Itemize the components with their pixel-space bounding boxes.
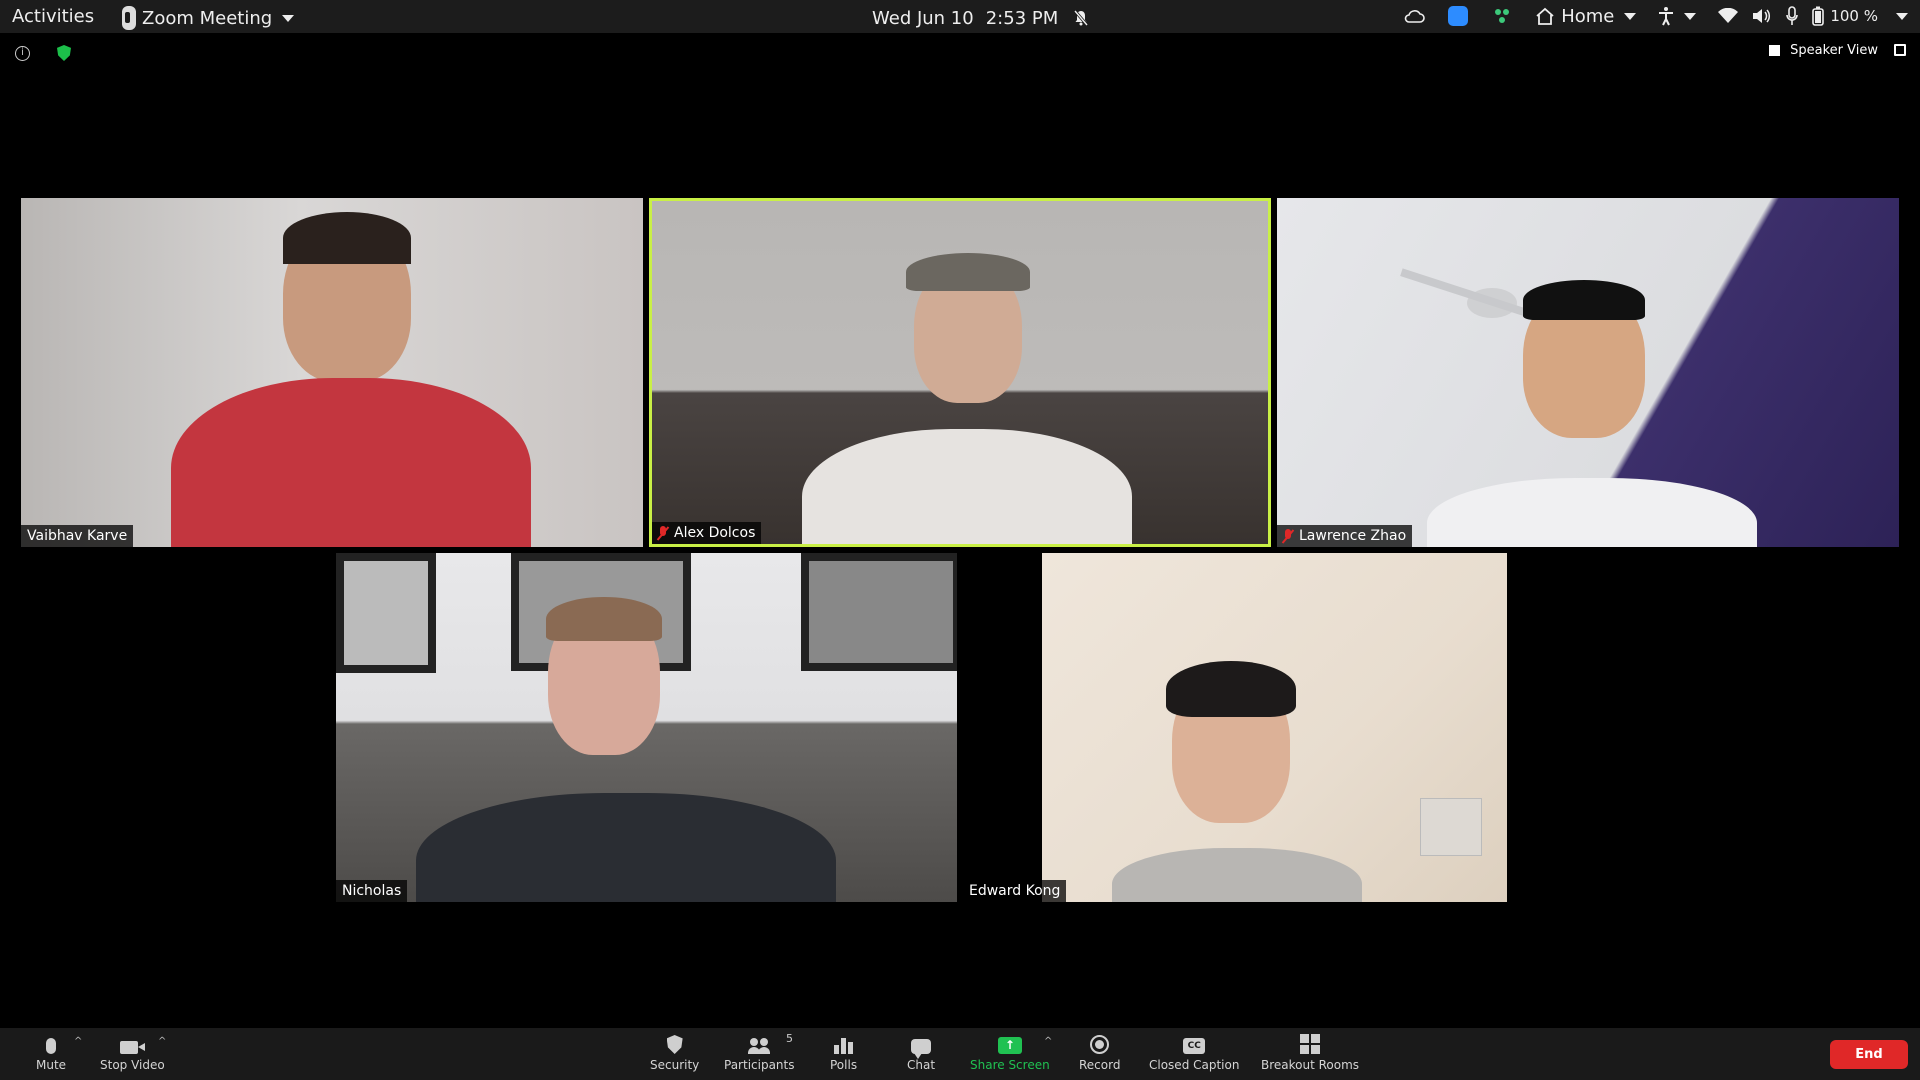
chat-label: Chat — [907, 1058, 936, 1072]
mic-muted-icon — [658, 526, 668, 540]
wifi-icon — [1718, 8, 1739, 23]
chevron-down-icon — [282, 14, 295, 22]
meeting-toolbar: Mute ^ Stop Video ^ Security Participant… — [0, 1028, 1920, 1080]
closed-caption-label: Closed Caption — [1149, 1058, 1240, 1072]
mute-button[interactable]: Mute — [36, 1032, 66, 1072]
accessibility-menu[interactable] — [1658, 6, 1697, 26]
chevron-down-icon — [1896, 12, 1908, 20]
participant-name-tag: Nicholas — [336, 880, 408, 902]
home-label: Home — [1561, 5, 1615, 27]
security-button[interactable]: Security — [650, 1032, 699, 1072]
battery-icon — [1812, 6, 1825, 26]
participant-name-tag: Edward Kong — [963, 880, 1067, 902]
home-menu[interactable]: Home — [1535, 5, 1637, 27]
video-camera-icon — [120, 1041, 146, 1054]
video-tile[interactable]: Lawrence Zhao — [1277, 198, 1899, 547]
participants-button[interactable]: Participants — [724, 1032, 795, 1072]
polls-label: Polls — [830, 1058, 858, 1072]
polls-icon — [834, 1036, 854, 1054]
breakout-rooms-label: Breakout Rooms — [1261, 1058, 1360, 1072]
video-tile[interactable]: Edward Kong — [963, 553, 1585, 902]
breakout-rooms-icon — [1300, 1034, 1321, 1054]
stop-video-label: Stop Video — [100, 1058, 165, 1072]
participant-name: Alex Dolcos — [674, 525, 756, 541]
shield-icon — [666, 1035, 683, 1054]
closed-caption-icon: CC — [1183, 1038, 1206, 1054]
participant-name: Nicholas — [342, 883, 402, 899]
mute-label: Mute — [36, 1058, 67, 1072]
security-label: Security — [650, 1058, 700, 1072]
participants-icon — [748, 1038, 770, 1054]
zoom-app-icon — [122, 6, 136, 30]
microphone-icon — [46, 1038, 57, 1054]
participant-name-tag: Alex Dolcos — [652, 522, 762, 544]
status-menu[interactable]: 100 % — [1718, 6, 1908, 26]
cap — [906, 253, 1030, 291]
cloud-icon[interactable] — [1403, 4, 1425, 28]
participants-count: 5 — [786, 1032, 793, 1045]
stop-video-button[interactable]: Stop Video — [100, 1032, 165, 1072]
wall-picture — [801, 553, 957, 671]
wall-device — [1420, 798, 1482, 856]
microphone-icon — [1786, 6, 1799, 25]
video-options-chevron-icon[interactable]: ^ — [158, 1036, 166, 1047]
audio-options-chevron-icon[interactable]: ^ — [74, 1036, 82, 1047]
breakout-rooms-button[interactable]: Breakout Rooms — [1261, 1032, 1359, 1072]
chat-button[interactable]: Chat — [907, 1032, 935, 1072]
participants-label: Participants — [724, 1058, 795, 1072]
speaker-view-label: Speaker View — [1790, 43, 1878, 58]
zoom-icon[interactable] — [1447, 4, 1469, 28]
notifications-off-icon — [1070, 6, 1092, 30]
hair — [283, 212, 411, 264]
fullscreen-icon[interactable] — [1894, 44, 1906, 56]
security-shield-icon[interactable] — [57, 45, 71, 61]
participant-name-tag: Lawrence Zhao — [1277, 525, 1413, 547]
record-icon — [1090, 1035, 1110, 1054]
video-tile[interactable]: Nicholas — [336, 553, 957, 902]
participant-video — [1042, 553, 1507, 902]
closed-caption-button[interactable]: CC Closed Caption — [1149, 1032, 1239, 1072]
time-label: 2:53 PM — [985, 7, 1059, 29]
participant-name-tag: Vaibhav Karve — [21, 525, 134, 547]
activities-button[interactable]: Activities — [12, 6, 94, 27]
app-name: Zoom Meeting — [142, 7, 273, 29]
system-top-bar: Activities Zoom Meeting Wed Jun 10 2:53 … — [0, 0, 1920, 33]
chat-icon — [911, 1039, 932, 1059]
system-tray: Home 100 % — [1403, 4, 1908, 28]
battery-percent: 100 % — [1830, 7, 1878, 25]
share-options-chevron-icon[interactable]: ^ — [1044, 1036, 1052, 1047]
record-button[interactable]: Record — [1079, 1032, 1120, 1072]
speaker-view-icon — [1769, 45, 1781, 56]
video-tile[interactable]: Vaibhav Karve — [21, 198, 643, 547]
date-label: Wed Jun 10 — [872, 7, 974, 29]
participant-name: Edward Kong — [969, 883, 1061, 899]
meeting-header: i Speaker View — [0, 33, 1920, 73]
share-screen-icon: ↑ — [997, 1037, 1022, 1054]
share-screen-label: Share Screen — [970, 1058, 1050, 1072]
participant-name: Vaibhav Karve — [27, 528, 128, 544]
mic-muted-icon — [1283, 529, 1293, 543]
video-tile-active-speaker[interactable]: Alex Dolcos — [649, 198, 1271, 547]
chevron-down-icon — [1624, 12, 1637, 20]
wall-picture — [336, 553, 436, 673]
clock[interactable]: Wed Jun 10 2:53 PM — [872, 6, 1092, 30]
record-label: Record — [1079, 1058, 1121, 1072]
home-icon — [1536, 7, 1554, 25]
chevron-down-icon — [1684, 12, 1697, 20]
app-menu[interactable]: Zoom Meeting — [122, 6, 295, 30]
volume-icon — [1753, 9, 1771, 23]
end-meeting-button[interactable]: End — [1830, 1040, 1908, 1069]
info-icon[interactable]: i — [15, 46, 30, 61]
polls-button[interactable]: Polls — [830, 1032, 857, 1072]
puzzle-icon[interactable] — [1491, 4, 1513, 28]
speaker-view-button[interactable]: Speaker View — [1769, 43, 1878, 58]
participant-name: Lawrence Zhao — [1299, 528, 1407, 544]
accessibility-icon — [1659, 7, 1674, 26]
share-screen-button[interactable]: ↑ Share Screen — [970, 1032, 1050, 1072]
